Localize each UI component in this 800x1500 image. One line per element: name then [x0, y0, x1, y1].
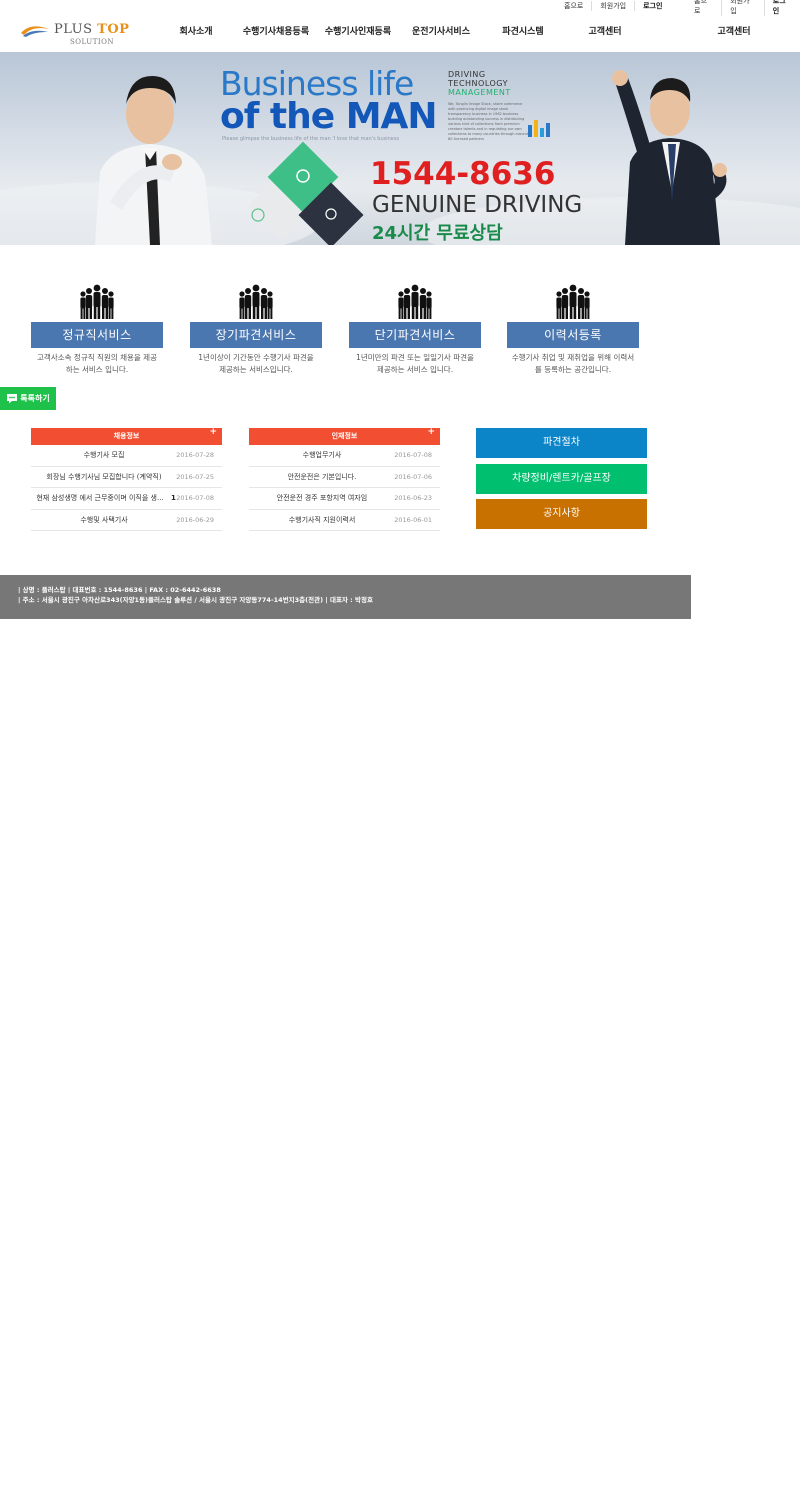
- list-item[interactable]: 안전운전 경주 포항지역 여자임 2016-06-23: [249, 488, 440, 510]
- list-item-date: 2016-06-01: [394, 515, 432, 524]
- list-item[interactable]: 안전운전은 기본입니다. 2016-07-06: [249, 467, 440, 488]
- board-talent-title: 인재정보: [331, 432, 358, 440]
- board-recruit-header: 채용정보 +: [31, 427, 222, 445]
- list-item-title[interactable]: 안전운전 경주 포항지역 여자임: [249, 488, 395, 509]
- board-talent-list: 수행업무기사 2016-07-08 안전운전은 기본입니다. 2016-07-06 …: [249, 445, 440, 531]
- list-item[interactable]: 회장님 수행기사님 모집합니다 (계약직) 2016-07-25: [31, 467, 222, 488]
- list-item[interactable]: 수행업무기사 2016-07-08: [249, 445, 440, 467]
- list-item-title[interactable]: 수행기사직 지원이력서: [249, 510, 395, 531]
- nav-driver-recruit-register[interactable]: 수행기사채용등록: [243, 24, 309, 37]
- banner-subtitle: Please glimpse the business life of the …: [222, 136, 400, 142]
- top-utility-links-2: 홈으로 회원가입 로그인: [686, 0, 800, 16]
- bar-chart-icon: [528, 120, 550, 137]
- banner-tech-heading: DRIVING TECHNOLOGY MANAGEMENT: [448, 70, 511, 97]
- businessman-right-figure: [612, 70, 727, 245]
- list-item[interactable]: 현재 삼성생명 에서 근무중이며 이직을 생... 1 2016-07-08: [31, 488, 222, 510]
- list-item-date: 2016-06-29: [176, 515, 214, 524]
- board-talent-more-button[interactable]: +: [427, 424, 435, 441]
- list-item-title[interactable]: 회장님 수행기사님 모집합니다 (계약직): [31, 467, 177, 488]
- board-recruit-title: 채용정보: [113, 432, 140, 440]
- list-item-comment-count: 1: [171, 494, 176, 502]
- list-item-title[interactable]: 수행기사 모집: [31, 445, 177, 466]
- board-talent-header: 인재정보 +: [249, 427, 440, 445]
- people-group-icon: [398, 284, 432, 319]
- dispatch-procedure-button[interactable]: 파견절차: [476, 428, 647, 458]
- list-item[interactable]: 수행기사 모집 2016-07-28: [31, 445, 222, 467]
- list-item-date: 2016-06-23: [394, 494, 432, 502]
- service-label-short-term[interactable]: 단기파견서비스: [349, 322, 481, 348]
- top-utility-links-1: 홈으로 회원가입 로그인: [556, 0, 670, 12]
- board-recruit-more-button[interactable]: +: [209, 424, 217, 441]
- nav-customer-center[interactable]: 고객센터: [588, 24, 621, 37]
- list-item-date: 2016-07-28: [176, 451, 214, 459]
- footer-address-line: | 주소 : 서울시 광진구 아차산로343(자양1동)플러스탑 솔루션 / 서…: [18, 596, 373, 604]
- banner-tagline: GENUINE DRIVING: [372, 192, 583, 218]
- board-recruit-list: 수행기사 모집 2016-07-28 회장님 수행기사님 모집합니다 (계약직) 2…: [31, 445, 222, 531]
- banner-tech-line1: DRIVING: [448, 70, 486, 79]
- service-label-regular[interactable]: 정규직서비스: [31, 322, 163, 348]
- main-nav: 회사소개 수행기사채용등록 수행기사인재등록 운전기사서비스 파견시스템 고객센…: [0, 24, 800, 44]
- talk-chat-button[interactable]: 톡톡하기: [0, 387, 56, 410]
- list-item-date: 2016-07-08: [176, 494, 214, 502]
- banner-tech-line2: TECHNOLOGY: [448, 79, 508, 88]
- list-item[interactable]: 수행및 사택기사 2016-06-29: [31, 510, 222, 531]
- banner-title-line2: of the MAN: [220, 96, 438, 137]
- banner-tech-description: We, Tonglin Image Stock, share commerce …: [448, 102, 528, 141]
- signup-link[interactable]: 회원가입: [591, 1, 634, 11]
- banner-tech-line3: MANAGEMENT: [448, 88, 511, 97]
- site-footer: | 상명 : 플러스탑 | 대표번호 : 1544-8636 | FAX : 0…: [0, 575, 691, 619]
- service-label-long-term[interactable]: 장기파견서비스: [190, 322, 322, 348]
- list-item-title[interactable]: 수행및 사택기사: [31, 510, 177, 531]
- home-link[interactable]: 홈으로: [556, 1, 591, 11]
- main-banner: Business life of the MAN Please glimpse …: [0, 52, 800, 245]
- board-talent-info: 인재정보 + 수행업무기사 2016-07-08 안전운전은 기본입니다. 2016…: [249, 427, 440, 531]
- footer-company-line: | 상명 : 플러스탑 | 대표번호 : 1544-8636 | FAX : 0…: [18, 586, 221, 594]
- login-link-2[interactable]: 로그인: [763, 0, 800, 16]
- list-item-title[interactable]: 현재 삼성생명 에서 근무중이며 이직을 생...: [31, 488, 169, 509]
- nav-company-intro[interactable]: 회사소개: [179, 24, 212, 37]
- list-item-date: 2016-07-25: [176, 472, 214, 481]
- service-card-long-term[interactable]: 장기파견서비스 1년이상이 기간동안 수행기사 파견을 제공하는 서비스입니다.: [190, 284, 322, 376]
- service-label-resume[interactable]: 이력서등록: [507, 322, 639, 348]
- people-group-icon: [80, 284, 114, 319]
- list-item-title[interactable]: 수행업무기사: [249, 445, 395, 466]
- list-item-date: 2016-07-06: [394, 472, 432, 481]
- nav-driver-service[interactable]: 운전기사서비스: [412, 24, 470, 37]
- signup-link-2[interactable]: 회원가입: [721, 0, 764, 16]
- home-link-2[interactable]: 홈으로: [686, 0, 721, 16]
- service-card-short-term[interactable]: 단기파견서비스 1년미만의 파견 또는 일일기사 파견을 제공하는 서비스 입니…: [349, 284, 481, 376]
- nav-driver-talent-register[interactable]: 수행기사인재등록: [325, 24, 391, 37]
- banner-phone-number: 1544-8636: [370, 156, 556, 192]
- list-item-title[interactable]: 안전운전은 기본입니다.: [249, 467, 395, 488]
- people-group-icon: [239, 284, 273, 319]
- people-group-icon: [556, 284, 590, 319]
- nav-customer-center-2[interactable]: 고객센터: [717, 24, 750, 37]
- board-recruit-info: 채용정보 + 수행기사 모집 2016-07-28 회장님 수행기사님 모집합니다…: [31, 427, 222, 531]
- notice-button[interactable]: 공지사항: [476, 499, 647, 529]
- chat-bubble-icon: [7, 394, 18, 404]
- list-item-date: 2016-07-08: [394, 451, 432, 459]
- banner-consult-text: 24시간 무료상담: [372, 223, 503, 244]
- service-desc-regular: 고객사소속 정규직 직원의 채용을 제공하는 서비스 입니다.: [37, 353, 157, 374]
- vehicle-maintenance-button[interactable]: 차량정비/렌트카/골프장: [476, 464, 647, 494]
- login-link[interactable]: 로그인: [634, 1, 670, 11]
- nav-dispatch-system[interactable]: 파견시스템: [502, 24, 543, 37]
- service-desc-resume: 수행기사 취업 및 재취업을 위해 이력서를 등록하는 공간입니다.: [511, 353, 635, 374]
- service-card-regular[interactable]: 정규직서비스 고객사소속 정규직 직원의 채용을 제공하는 서비스 입니다.: [31, 284, 163, 376]
- service-desc-long-term: 1년이상이 기간동안 수행기사 파견을 제공하는 서비스입니다.: [198, 353, 314, 374]
- businessman-left-figure: [95, 76, 212, 245]
- list-item[interactable]: 수행기사직 지원이력서 2016-06-01: [249, 510, 440, 531]
- service-desc-short-term: 1년미만의 파견 또는 일일기사 파견을 제공하는 서비스 입니다.: [356, 353, 474, 374]
- service-card-resume[interactable]: 이력서등록 수행기사 취업 및 재취업을 위해 이력서를 등록하는 공간입니다.: [507, 284, 639, 376]
- talk-button-label: 톡톡하기: [20, 394, 50, 403]
